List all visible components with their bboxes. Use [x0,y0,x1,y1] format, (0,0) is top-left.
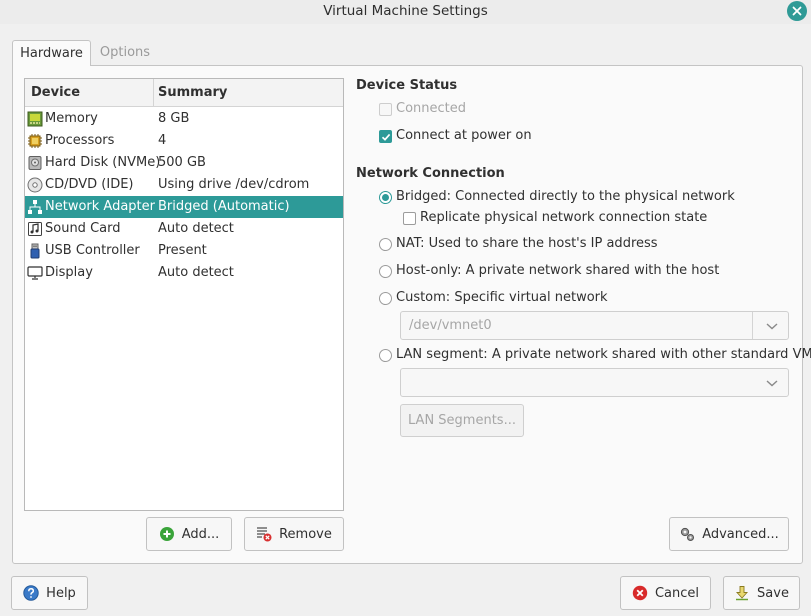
memory-icon [27,111,43,127]
add-button-label: Add... [181,526,220,542]
lan-segment-label: LAN segment: A private network shared wi… [396,347,811,362]
help-button-label: Help [46,585,76,601]
device-summary: Present [158,243,207,258]
device-name: Sound Card [45,221,121,236]
host-only-label: Host-only: A private network shared with… [396,263,720,278]
lan-segments-button[interactable]: LAN Segments... [400,404,524,437]
device-name: Display [45,265,93,280]
device-name: Processors [45,133,115,148]
hard-disk-icon [28,156,42,170]
connect-at-power-on-label: Connect at power on [396,128,532,143]
device-row-display[interactable]: Display Auto detect [25,262,343,284]
device-row-processors[interactable]: Processors 4 [25,130,343,152]
nat-radio[interactable] [379,238,392,251]
network-connection-heading: Network Connection [356,166,505,181]
processor-icon [28,134,42,148]
window-title: Virtual Machine Settings [323,3,488,19]
device-row-cd-dvd[interactable]: CD/DVD (IDE) Using drive /dev/cdrom [25,174,343,196]
host-only-radio[interactable] [379,265,392,278]
add-icon [159,527,174,541]
save-button[interactable]: Save [723,576,800,610]
chevron-down-icon [766,380,778,387]
bridged-radio[interactable] [379,191,392,204]
device-table: Device Summary Memory 8 GB Processors 4 … [24,78,344,511]
device-name: Hard Disk (NVMe) [45,155,161,170]
lan-segment-select[interactable] [400,368,789,397]
device-summary: 4 [158,133,167,148]
cancel-button[interactable]: Cancel [620,576,711,610]
custom-label: Custom: Specific virtual network [396,290,608,305]
advanced-button[interactable]: Advanced... [669,517,789,551]
device-status-heading: Device Status [356,78,458,93]
tab-options[interactable]: Options [91,40,159,66]
device-row-network-adapter[interactable]: Network Adapter Bridged (Automatic) [25,196,343,218]
checkmark-icon [381,133,390,141]
gears-icon [681,527,695,541]
device-summary: Bridged (Automatic) [158,199,290,214]
custom-radio[interactable] [379,292,392,305]
lan-segment-radio[interactable] [379,349,392,362]
combo-separator [752,312,753,339]
column-header-device[interactable]: Device [25,79,154,107]
device-name: USB Controller [45,243,140,258]
add-device-button[interactable]: Add... [146,517,232,551]
save-arrow-icon [736,586,749,601]
title-bar: Virtual Machine Settings [0,0,811,24]
device-summary: Auto detect [158,221,234,236]
lan-segments-button-label: LAN Segments... [408,413,516,428]
advanced-button-label: Advanced... [702,526,779,542]
save-button-label: Save [757,585,789,601]
device-summary: 500 GB [158,155,206,170]
sound-card-icon [28,222,42,236]
device-name: Network Adapter [45,199,155,214]
device-summary: 8 GB [158,111,190,126]
device-name: Memory [45,111,98,126]
close-button[interactable] [787,1,807,21]
chevron-down-icon [766,323,778,330]
remove-button-label: Remove [279,526,332,542]
device-summary: Auto detect [158,265,234,280]
custom-network-select[interactable]: /dev/vmnet0 [400,311,789,340]
bridged-label: Bridged: Connected directly to the physi… [396,189,735,204]
device-row-hard-disk[interactable]: Hard Disk (NVMe) 500 GB [25,152,343,174]
custom-network-value: /dev/vmnet0 [409,318,492,333]
cd-dvd-icon [27,177,43,193]
close-icon [792,6,802,16]
device-row-usb-controller[interactable]: USB Controller Present [25,240,343,262]
connected-checkbox[interactable] [379,103,392,116]
connect-at-power-on-checkbox[interactable] [379,130,392,143]
usb-controller-icon [30,243,40,259]
remove-list-icon [257,527,272,542]
display-icon [27,266,43,280]
help-icon [23,585,39,601]
column-header-summary[interactable]: Summary [154,79,343,107]
tab-hardware[interactable]: Hardware [12,40,91,66]
nat-label: NAT: Used to share the host's IP address [396,236,658,251]
device-name: CD/DVD (IDE) [45,177,134,192]
remove-device-button[interactable]: Remove [244,517,344,551]
network-adapter-icon [28,200,42,214]
connected-label: Connected [396,101,467,116]
cancel-button-label: Cancel [654,585,700,601]
device-summary: Using drive /dev/cdrom [158,177,310,192]
device-row-memory[interactable]: Memory 8 GB [25,108,343,130]
replicate-state-label: Replicate physical network connection st… [420,210,708,225]
device-row-sound-card[interactable]: Sound Card Auto detect [25,218,343,240]
replicate-state-checkbox[interactable] [403,212,416,225]
cancel-icon [632,585,648,601]
help-button[interactable]: Help [11,576,88,610]
